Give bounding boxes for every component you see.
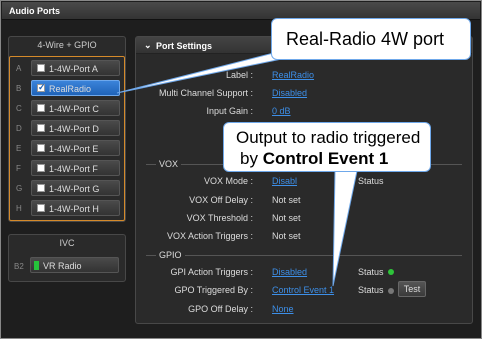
active-indicator — [34, 261, 39, 270]
vox-threshold-label: VOX Threshold : — [186, 213, 253, 223]
vox-action-triggers-value: Not set — [272, 231, 301, 241]
callout-realradio-text: Real-Radio 4W port — [286, 29, 445, 49]
window-title: Audio Ports — [9, 6, 60, 16]
gpo-test-button[interactable]: Test — [398, 281, 426, 297]
port-row-f: F 1-4W-Port F — [10, 159, 126, 178]
audio-ports-window: Audio Ports 4-Wire + GPIO A 1-4W-Port A … — [0, 0, 482, 339]
port-button-f[interactable]: 1-4W-Port F — [31, 160, 120, 176]
port-row-a: A 1-4W-Port A — [10, 59, 126, 78]
ivc-port-button[interactable]: VR Radio — [30, 257, 119, 273]
port-letter: G — [16, 184, 23, 193]
port-letter: H — [16, 204, 22, 213]
port-checkbox[interactable] — [37, 82, 46, 93]
port-letter: D — [16, 124, 22, 133]
four-wire-header: 4-Wire + GPIO — [37, 40, 97, 50]
port-letter: C — [16, 104, 22, 113]
multi-channel-value[interactable]: Disabled — [272, 88, 307, 98]
port-checkbox[interactable] — [37, 64, 45, 72]
gpi-action-triggers-label: GPI Action Triggers : — [170, 267, 253, 277]
port-label: 1-4W-Port G — [49, 184, 100, 194]
port-label: 1-4W-Port F — [49, 164, 98, 174]
port-button-h[interactable]: 1-4W-Port H — [31, 200, 120, 216]
input-gain-value[interactable]: 0 dB — [272, 106, 291, 116]
gpio-section-divider: GPIO — [146, 250, 462, 260]
port-settings-title: Port Settings — [156, 41, 213, 51]
gpi-status-indicator — [388, 269, 394, 275]
gpo-triggered-by-label: GPO Triggered By : — [174, 285, 253, 295]
port-row-h: H 1-4W-Port H — [10, 199, 126, 218]
gpi-action-triggers-value[interactable]: Disabled — [272, 267, 307, 277]
port-label: RealRadio — [49, 84, 92, 94]
port-label: 1-4W-Port A — [49, 64, 98, 74]
port-letter: B — [16, 84, 22, 93]
vox-mode-value[interactable]: Disabl — [272, 176, 297, 186]
port-label: 1-4W-Port E — [49, 144, 99, 154]
callout-realradio: Real-Radio 4W port — [271, 18, 471, 60]
port-button-e[interactable]: 1-4W-Port E — [31, 140, 120, 156]
port-button-c[interactable]: 1-4W-Port C — [31, 100, 120, 116]
callout-gpo-trigger: Output to radio triggered by Control Eve… — [223, 122, 431, 172]
port-button-a[interactable]: 1-4W-Port A — [31, 60, 120, 76]
port-letter: F — [16, 164, 21, 173]
vox-mode-label: VOX Mode : — [203, 176, 253, 186]
gpo-off-delay-label: GPO Off Delay : — [188, 304, 253, 314]
callout-gpo-line2: by Control Event 1 — [240, 149, 388, 169]
vox-off-delay-label: VOX Off Delay : — [189, 195, 253, 205]
port-button-b[interactable]: RealRadio — [31, 80, 120, 96]
port-settings-panel: ⌄ Port Settings Label : RealRadio Multi … — [135, 36, 473, 324]
port-row-d: D 1-4W-Port D — [10, 119, 126, 138]
port-label: 1-4W-Port D — [49, 124, 99, 134]
gpo-off-delay-value[interactable]: None — [272, 304, 294, 314]
gpo-triggered-by-value[interactable]: Control Event 1 — [272, 285, 334, 295]
port-button-g[interactable]: 1-4W-Port G — [31, 180, 120, 196]
vox-section-title: VOX — [156, 159, 182, 169]
callout-gpo-line2-prefix: by — [240, 149, 263, 168]
port-letter: A — [16, 64, 22, 73]
port-label: 1-4W-Port C — [49, 104, 99, 114]
ivc-letter: B2 — [14, 262, 24, 271]
gpo-status-indicator — [388, 288, 394, 294]
chevron-down-icon[interactable]: ⌄ — [144, 40, 152, 51]
callout-gpo-line1: Output to radio triggered — [236, 128, 421, 147]
port-checkbox[interactable] — [37, 204, 45, 212]
ivc-header: IVC — [59, 238, 75, 248]
four-wire-port-list: A 1-4W-Port A B RealRadio C 1-4W-Port C — [9, 56, 125, 221]
port-row-b: B RealRadio — [10, 79, 126, 98]
port-checkbox[interactable] — [37, 184, 45, 192]
port-checkbox[interactable] — [37, 124, 45, 132]
gpi-status-label: Status — [358, 267, 384, 277]
port-row-g: G 1-4W-Port G — [10, 179, 126, 198]
callout-gpo-line2-bold: Control Event 1 — [262, 149, 389, 168]
input-gain-label: Input Gain : — [206, 106, 253, 116]
vox-status-label: Status — [358, 176, 384, 186]
vox-threshold-value: Not set — [272, 213, 301, 223]
multi-channel-label: Multi Channel Support : — [158, 88, 253, 98]
vox-off-delay-value: Not set — [272, 195, 301, 205]
port-row-e: E 1-4W-Port E — [10, 139, 126, 158]
ivc-panel: IVC B2 VR Radio — [8, 234, 126, 282]
port-label: 1-4W-Port H — [49, 204, 99, 214]
four-wire-panel: 4-Wire + GPIO A 1-4W-Port A B RealRadio … — [8, 36, 126, 222]
gpio-section-title: GPIO — [156, 250, 185, 260]
ivc-port-label: VR Radio — [43, 261, 82, 271]
port-button-d[interactable]: 1-4W-Port D — [31, 120, 120, 136]
vox-action-triggers-label: VOX Action Triggers : — [166, 231, 253, 241]
port-row-c: C 1-4W-Port C — [10, 99, 126, 118]
port-checkbox[interactable] — [37, 144, 45, 152]
label-field-value[interactable]: RealRadio — [272, 70, 314, 80]
port-checkbox[interactable] — [37, 104, 45, 112]
port-letter: E — [16, 144, 22, 153]
port-checkbox[interactable] — [37, 164, 45, 172]
label-field-label: Label : — [225, 70, 253, 80]
gpo-status-label: Status — [358, 285, 384, 295]
